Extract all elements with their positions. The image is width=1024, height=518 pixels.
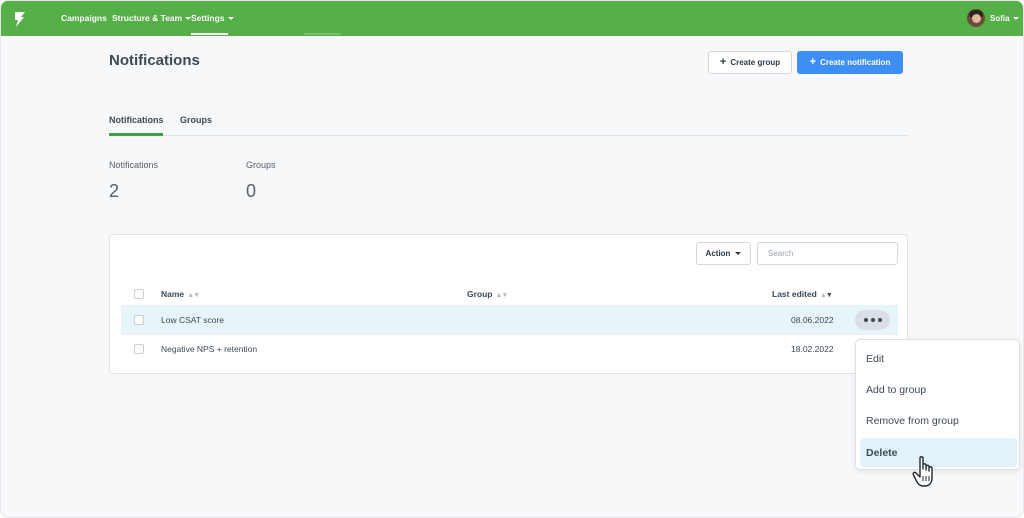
nav-hover-indicator (304, 33, 341, 35)
tab-notifications[interactable]: Notifications (109, 115, 164, 125)
column-header-group[interactable]: Group ▲▼ (467, 289, 509, 299)
stat-value-groups: 0 (246, 181, 257, 201)
caret-down-icon (735, 252, 742, 255)
stat-value-notifications: 2 (109, 181, 120, 201)
menu-item-remove-from-group[interactable]: Remove from group (860, 406, 1017, 435)
hand-pointer-icon (912, 456, 933, 487)
column-header-name[interactable]: Name ▲▼ (161, 289, 200, 299)
row-name[interactable]: Low CSAT score (161, 315, 224, 325)
active-tab-indicator (109, 133, 163, 136)
nav-settings[interactable]: Settings (191, 13, 234, 23)
row-checkbox[interactable] (134, 315, 144, 325)
user-menu[interactable]: Sofia (990, 14, 1019, 23)
page-title: Notifications (109, 52, 200, 69)
menu-item-edit[interactable]: Edit (860, 344, 1017, 373)
avatar[interactable] (967, 9, 985, 27)
nav-structure-team[interactable]: Structure & Team (112, 13, 192, 23)
row-more-button[interactable] (855, 310, 890, 330)
row-checkbox[interactable] (134, 344, 144, 354)
tab-groups[interactable]: Groups (180, 115, 212, 125)
stat-label-notifications: Notifications (109, 160, 159, 170)
row-context-menu: Edit Add to group Remove from group Dele… (855, 339, 1020, 470)
row-divider (121, 334, 898, 335)
menu-item-add-to-group[interactable]: Add to group (860, 375, 1017, 404)
app-window: Campaigns Structure & Team Settings Sofi… (0, 0, 1024, 518)
table-row[interactable] (121, 305, 898, 334)
sort-icon[interactable]: ▲▼ (496, 292, 509, 299)
plus-icon: + (719, 56, 727, 68)
tab-divider (109, 135, 909, 136)
row-last-edited: 08.06.2022 (791, 315, 834, 325)
row-last-edited: 18.02.2022 (791, 344, 834, 354)
more-dots-icon (863, 318, 868, 322)
caret-down-icon (1012, 17, 1019, 21)
search-input[interactable] (757, 242, 898, 265)
top-navigation-bar: Campaigns Structure & Team Settings Sofi… (1, 1, 1023, 36)
action-dropdown-button[interactable]: Action (696, 242, 751, 265)
create-notification-button[interactable]: + Create notification (797, 51, 903, 74)
stat-label-groups: Groups (246, 160, 276, 170)
sort-icon[interactable]: ▲▼ (187, 292, 200, 299)
row-name[interactable]: Negative NPS + retention (161, 344, 257, 354)
app-logo-icon[interactable] (9, 8, 31, 30)
nav-active-indicator (191, 33, 228, 35)
nav-campaigns[interactable]: Campaigns (61, 13, 107, 23)
sort-icon[interactable]: ▲▼ (820, 292, 833, 299)
plus-icon: + (809, 56, 817, 68)
caret-down-icon (227, 17, 234, 21)
create-group-button[interactable]: + Create group (708, 51, 792, 74)
column-header-last-edited[interactable]: Last edited ▲▼ (772, 289, 833, 299)
select-all-checkbox[interactable] (134, 289, 144, 299)
